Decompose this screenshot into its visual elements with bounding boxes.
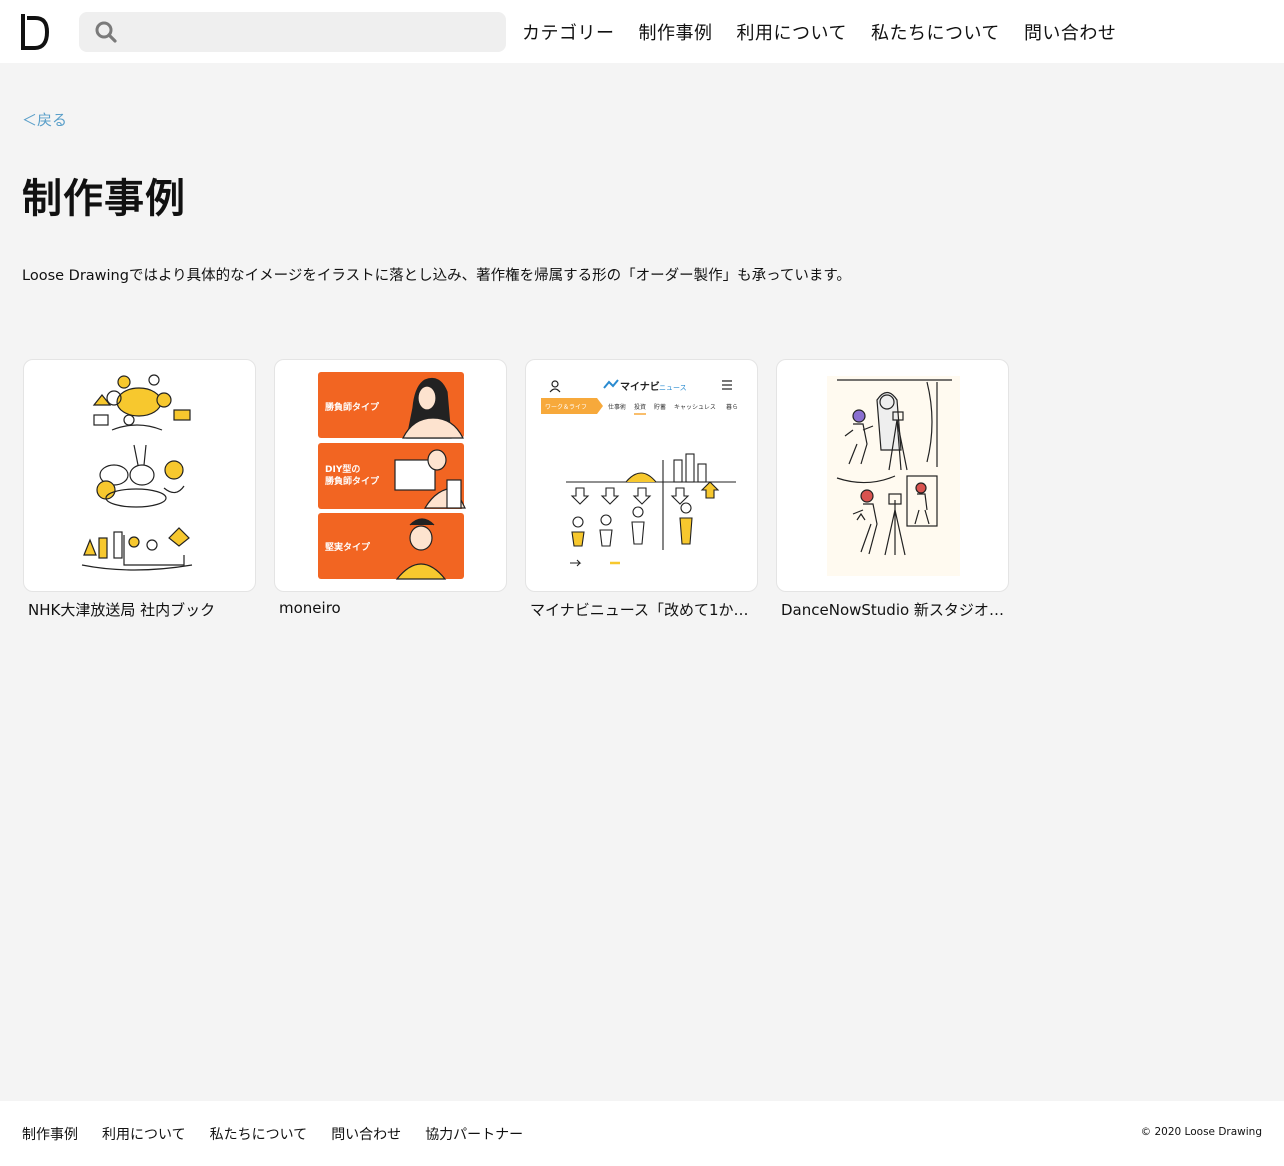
work-title: moneiro [279, 599, 341, 617]
work-thumbnail [23, 359, 256, 592]
work-title: マイナビニュース「改めて1から学ぶ、ポイ活のすすめ」 [530, 601, 753, 619]
loose-drawing-logo-icon [21, 14, 50, 50]
moneiro-label-3: 堅実タイプ [325, 541, 371, 553]
work-title: DanceNowStudio 新スタジオ紹介 [781, 601, 1004, 619]
header: カテゴリー 制作事例 利用について 私たちについて 問い合わせ [0, 0, 1284, 63]
search-box[interactable] [79, 12, 506, 52]
footer-link-about[interactable]: 私たちについて [210, 1124, 308, 1144]
work-title: NHK大津放送局 社内ブック [28, 601, 216, 619]
work-card[interactable]: DanceNowStudio 新スタジオ紹介 [776, 359, 1009, 620]
nav-item-categories[interactable]: カテゴリー [522, 19, 615, 45]
work-card[interactable]: マイナビ ニュース ワーク＆ライフ 仕事術 投資 貯蓄 キャッシュレス 暮ら マ… [525, 359, 758, 620]
footer-link-contact[interactable]: 問い合わせ [331, 1124, 401, 1144]
mynavi-menu-4: キャッシュレス [674, 404, 716, 411]
search-input[interactable] [127, 12, 506, 52]
nhk-illustration-image [81, 374, 193, 571]
search-icon [95, 21, 117, 43]
page-title: 制作事例 [22, 176, 186, 222]
nav-item-contact[interactable]: 問い合わせ [1024, 19, 1117, 45]
dance-studio-illustration-image [827, 376, 960, 576]
moneiro-label-2a: DIY型の [325, 463, 360, 475]
work-thumbnail [776, 359, 1009, 592]
back-link[interactable]: ＜戻る [22, 109, 67, 130]
mynavi-menu-5: 暮ら [726, 403, 738, 411]
footer-link-works[interactable]: 制作事例 [22, 1124, 78, 1144]
page-description: Loose Drawingではより具体的なイメージをイラストに落とし込み、著作権… [22, 268, 851, 284]
mynavi-menu-3: 貯蓄 [654, 403, 666, 411]
footer: 制作事例 利用について 私たちについて 問い合わせ 協力パートナー © 2020… [0, 1101, 1284, 1166]
moneiro-illustration-image: 勝負師タイプ DIY型の 勝負師タイプ 堅実タイプ [318, 372, 466, 580]
works-grid: NHK大津放送局 社内ブック 勝負師タイプ DIY型の 勝負師タイプ 堅実タイプ [23, 359, 1027, 620]
work-thumbnail: マイナビ ニュース ワーク＆ライフ 仕事術 投資 貯蓄 キャッシュレス 暮ら [525, 359, 758, 592]
mynavi-menu-1: 仕事術 [608, 403, 626, 411]
work-card[interactable]: 勝負師タイプ DIY型の 勝負師タイプ 堅実タイプ moneiro [274, 359, 507, 620]
nav-item-works[interactable]: 制作事例 [639, 19, 713, 45]
mynavi-brand: マイナビ [620, 380, 660, 393]
mynavi-illustration-image: マイナビ ニュース ワーク＆ライフ 仕事術 投資 貯蓄 キャッシュレス 暮ら [541, 379, 738, 567]
mynavi-brand-sub: ニュース [659, 384, 687, 392]
mynavi-tab: ワーク＆ライフ [545, 404, 587, 411]
footer-link-usage[interactable]: 利用について [102, 1124, 186, 1144]
logo[interactable] [21, 14, 50, 50]
footer-nav: 制作事例 利用について 私たちについて 問い合わせ 協力パートナー [22, 1101, 547, 1166]
work-thumbnail: 勝負師タイプ DIY型の 勝負師タイプ 堅実タイプ [274, 359, 507, 592]
work-card[interactable]: NHK大津放送局 社内ブック [23, 359, 256, 620]
nav-item-about[interactable]: 私たちについて [871, 19, 1000, 45]
nav-item-usage[interactable]: 利用について [737, 19, 847, 45]
copyright: © 2020 Loose Drawing [1140, 1126, 1262, 1138]
footer-link-partners[interactable]: 協力パートナー [425, 1124, 523, 1144]
mynavi-menu-2: 投資 [634, 403, 646, 411]
main-nav: カテゴリー 制作事例 利用について 私たちについて 問い合わせ [522, 0, 1140, 63]
moneiro-label-1: 勝負師タイプ [325, 401, 380, 413]
moneiro-label-2b: 勝負師タイプ [325, 475, 380, 487]
